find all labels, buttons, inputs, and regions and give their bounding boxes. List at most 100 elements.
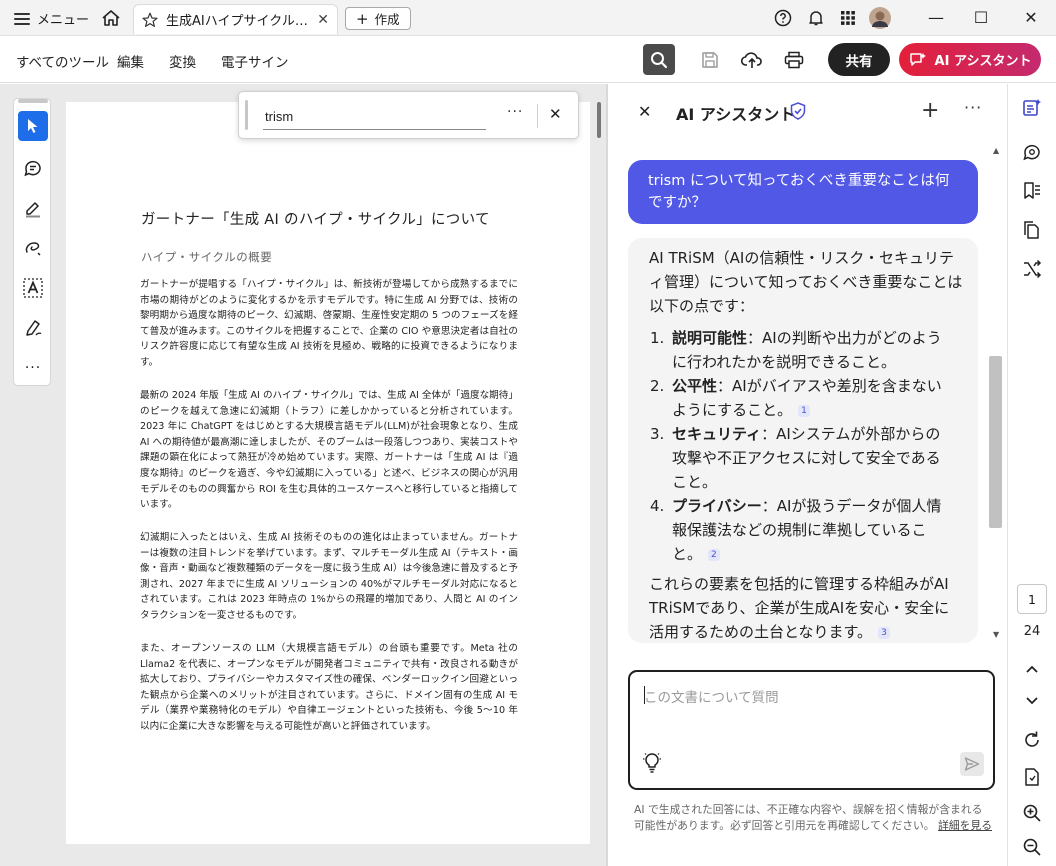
text-box-icon (23, 278, 43, 298)
send-button[interactable] (960, 752, 984, 776)
apps-grid-icon[interactable] (839, 9, 857, 27)
citation-badge[interactable]: 1 (798, 404, 810, 417)
share-button[interactable]: 共有 (828, 43, 890, 76)
list-item: 1. 説明可能性：AIの判断や出力がどのように行われたかを説明できること。 (650, 326, 970, 374)
previous-page-button[interactable] (1021, 658, 1043, 680)
find-input[interactable] (263, 104, 486, 130)
save-icon (702, 51, 718, 68)
star-icon[interactable] (142, 12, 158, 28)
upload-button[interactable] (736, 44, 768, 75)
document-search-icon (1025, 768, 1039, 786)
highlight-tool-button[interactable] (18, 193, 48, 223)
search-button[interactable] (643, 44, 675, 75)
scroll-up-arrow-icon[interactable]: ▲ (993, 146, 999, 155)
search-icon (651, 51, 668, 68)
document-paragraph: 幻滅期に入ったとはいえ、生成 AI 技術そのものの進化は止まっていません。ガート… (140, 532, 518, 621)
document-title: ガートナー「生成 AI のハイプ・サイクル」について (141, 212, 490, 228)
lightbulb-icon[interactable] (642, 752, 662, 774)
page-fit-button[interactable] (1021, 766, 1043, 788)
comments-rail-button[interactable] (1021, 141, 1043, 163)
document-paragraph: ガートナーが提唱する「ハイプ・サイクル」は、新技術が登場してから成熟するまでに市… (140, 279, 518, 368)
document-tab[interactable]: 生成AIハイプサイクル解... ✕ (133, 4, 338, 34)
plus-icon: + (356, 9, 369, 28)
shield-check-icon[interactable] (790, 102, 806, 120)
citation-badge[interactable]: 3 (878, 626, 890, 639)
document-paragraph: また、オープンソースの LLM（大規模言語モデル）の台頭も重要です。Meta 社… (140, 643, 518, 732)
title-bar: メニュー 生成AIハイプサイクル解... ✕ + 作成 — ☐ ✕ (0, 0, 1056, 36)
list-item-number: 3. (650, 425, 665, 443)
quick-tools-bar: ··· (13, 98, 51, 386)
list-item-number: 4. (650, 497, 665, 515)
ai-assistant-button[interactable]: AI アシスタント (899, 43, 1041, 76)
new-chat-icon[interactable]: + (921, 98, 939, 123)
citation-badge[interactable]: 2 (708, 548, 720, 561)
select-tool-button[interactable] (18, 111, 48, 141)
minimize-button[interactable]: — (926, 8, 946, 27)
highlighter-icon (26, 202, 40, 218)
freehand-draw-icon (25, 242, 41, 256)
ai-panel-title: AI アシスタント (676, 105, 796, 124)
document-scrollbar[interactable] (597, 102, 601, 138)
zoom-out-button[interactable] (1021, 836, 1043, 858)
tab-close-icon[interactable]: ✕ (317, 12, 329, 28)
avatar[interactable] (869, 7, 891, 29)
ai-response-list: 1. 説明可能性：AIの判断や出力がどのように行われたかを説明できること。 2.… (650, 326, 970, 566)
close-window-button[interactable]: ✕ (1021, 8, 1041, 27)
sign-tool-button[interactable] (18, 313, 48, 343)
draw-tool-button[interactable] (18, 233, 48, 263)
compare-rail-button[interactable] (1021, 258, 1043, 280)
bookmark-list-icon (1024, 182, 1040, 199)
bell-icon[interactable] (807, 9, 825, 27)
find-drag-handle[interactable] (245, 100, 248, 130)
tab-title: 生成AIハイプサイクル解... (166, 14, 310, 29)
menu-esign[interactable]: 電子サイン (221, 51, 289, 71)
zoom-in-button[interactable] (1021, 802, 1043, 824)
conclusion-text: これらの要素を包括的に管理する枠組みがAI TRiSMであり、企業が生成AIを安… (649, 575, 950, 641)
find-divider (537, 104, 538, 128)
maximize-button[interactable]: ☐ (971, 8, 991, 27)
find-more-options[interactable]: ··· (507, 104, 523, 120)
current-page-input[interactable]: 1 (1017, 584, 1047, 614)
scroll-down-arrow-icon[interactable]: ▼ (993, 630, 999, 639)
question-input[interactable] (644, 684, 974, 710)
zoom-out-icon (1023, 838, 1041, 856)
send-icon (964, 757, 980, 771)
right-rail: 1 24 (1007, 84, 1056, 866)
ai-panel-more-icon[interactable]: ··· (964, 98, 982, 117)
list-item-number: 1. (650, 329, 665, 347)
create-label: 作成 (374, 12, 400, 27)
menu-all-tools[interactable]: すべてのツール (16, 51, 109, 71)
refresh-button[interactable] (1021, 729, 1043, 751)
list-item: 4. プライバシー：AIが扱うデータが個人情報保護法などの規制に準拠していること… (650, 494, 970, 566)
menu-button[interactable]: メニュー (14, 9, 89, 28)
ai-assistant-panel: ✕ AI アシスタント + ··· trism について知っておくべき重要なこと… (608, 84, 1007, 866)
drag-handle[interactable] (18, 99, 48, 103)
find-close-icon[interactable]: ✕ (549, 105, 562, 123)
text-select-tool-button[interactable] (18, 273, 48, 303)
menu-edit[interactable]: 編集 (117, 51, 144, 71)
list-item: 2. 公平性：AIがバイアスや差別を含まないようにすること。 1 (650, 374, 970, 422)
ai-panel-header: ✕ AI アシスタント + ··· (608, 84, 1007, 140)
list-item: 3. セキュリティ：AIシステムが外部からの攻撃や不正アクセスに対して安全である… (650, 422, 970, 494)
help-icon[interactable] (774, 9, 792, 27)
bookmarks-rail-button[interactable] (1021, 180, 1043, 202)
comment-tool-button[interactable] (18, 153, 48, 183)
print-button[interactable] (778, 44, 810, 75)
pages-rail-button[interactable] (1021, 219, 1043, 241)
home-icon[interactable] (101, 9, 121, 27)
document-subtitle: ハイプ・サイクルの概要 (141, 250, 273, 264)
save-button[interactable] (694, 44, 726, 75)
comment-icon (1023, 144, 1040, 161)
menu-convert[interactable]: 変換 (169, 51, 196, 71)
chat-scrollbar-thumb[interactable] (989, 356, 1002, 528)
more-tools-icon[interactable]: ··· (18, 353, 48, 383)
create-button[interactable]: + 作成 (345, 7, 411, 30)
list-item-number: 2. (650, 377, 665, 395)
list-item-term: プライバシー (672, 497, 762, 515)
learn-more-link[interactable]: 詳細を見る (938, 819, 992, 832)
ai-panel-close-icon[interactable]: ✕ (638, 102, 651, 121)
next-page-button[interactable] (1021, 690, 1043, 712)
ai-assistant-rail-button[interactable] (1021, 97, 1043, 119)
chevron-up-icon (1026, 665, 1038, 673)
ai-disclaimer: AI で生成された回答には、不正確な内容や、誤解を招く情報が含まれる可能性があり… (634, 802, 992, 834)
